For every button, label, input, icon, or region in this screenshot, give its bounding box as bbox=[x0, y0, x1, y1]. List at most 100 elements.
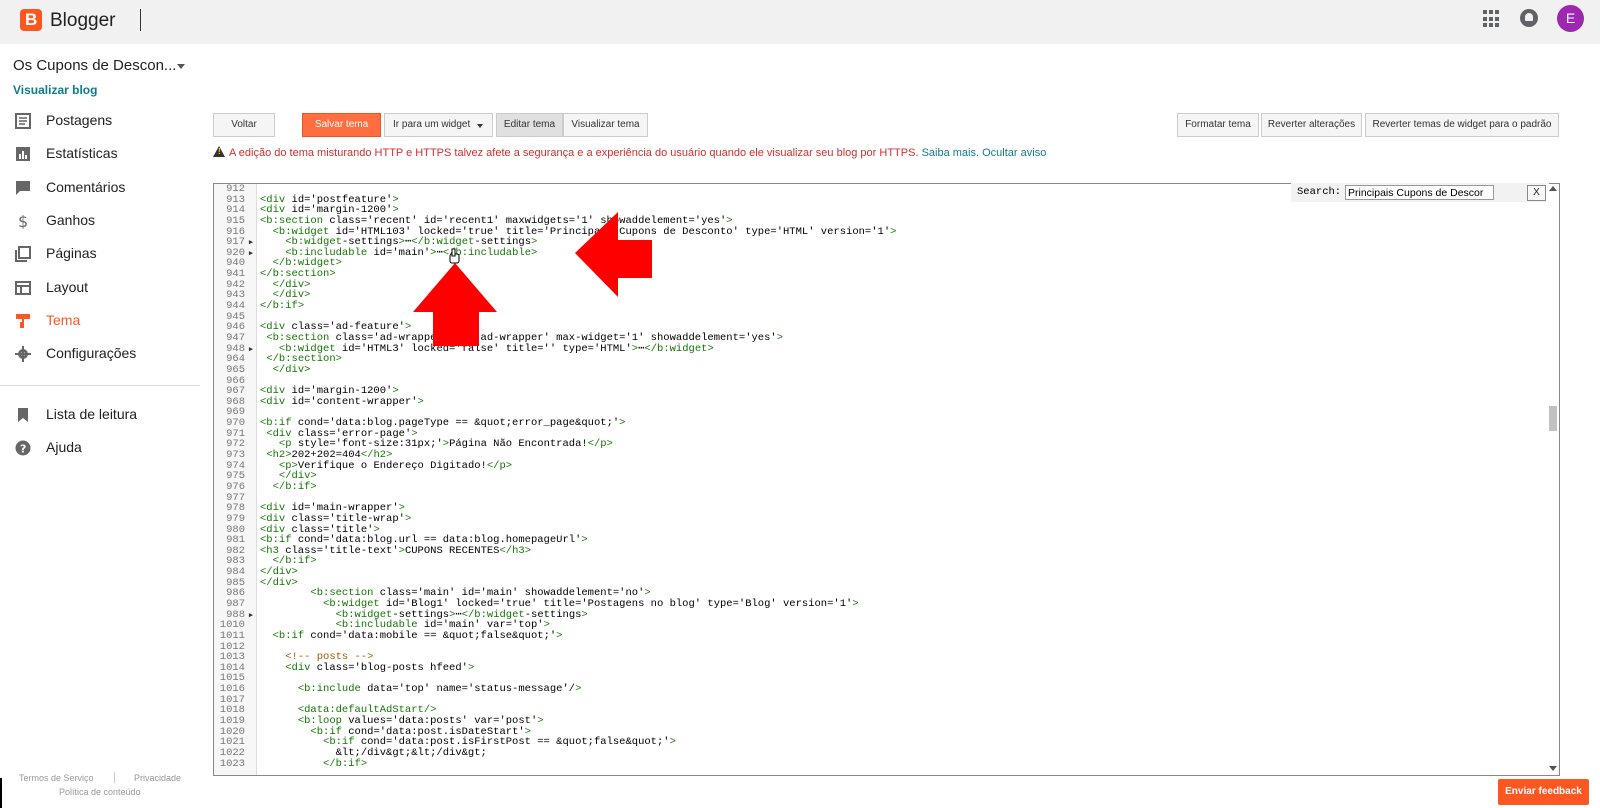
line-number: 1022 bbox=[219, 746, 245, 759]
sidebar-item-dollar[interactable]: $ Ganhos bbox=[0, 205, 200, 237]
sidebar-item-label: Lista de leitura bbox=[46, 406, 138, 422]
code-line[interactable]: 942 </div> bbox=[214, 279, 896, 291]
bookmark-icon bbox=[18, 408, 28, 422]
revert-widgets-button[interactable]: Reverter temas de widget para o padrão bbox=[1365, 113, 1559, 137]
code-line[interactable]: 944 </b:if> bbox=[214, 301, 896, 312]
warning-icon bbox=[213, 146, 225, 157]
code-line[interactable]: 1011 <b:if cond='data:mobile == &quot;fa… bbox=[214, 631, 896, 642]
edit-theme-button[interactable]: Editar tema bbox=[496, 113, 563, 137]
search-close-button[interactable]: X bbox=[1527, 185, 1546, 201]
help-icon: ? bbox=[15, 440, 31, 456]
terms-link[interactable]: Termos de Serviço bbox=[19, 773, 94, 783]
line-number: 965 bbox=[226, 363, 245, 376]
notifications-icon[interactable] bbox=[1520, 9, 1538, 27]
code-line[interactable]: 984 </div> bbox=[214, 567, 896, 578]
window-edge bbox=[0, 778, 2, 808]
logo-letter: B bbox=[25, 10, 38, 29]
line-number: 915 bbox=[226, 214, 245, 227]
blogger-logo-icon[interactable]: B bbox=[20, 9, 42, 31]
chevron-down-icon[interactable] bbox=[177, 64, 185, 69]
format-theme-button[interactable]: Formatar tema bbox=[1177, 113, 1259, 137]
revert-changes-button[interactable]: Reverter alterações bbox=[1261, 113, 1362, 137]
sidebar-item-paint-roller[interactable]: Tema bbox=[0, 305, 200, 337]
blog-selector[interactable]: Os Cupons de Descon... bbox=[13, 57, 176, 74]
code-line[interactable]: 968 <div id='content-wrapper'> bbox=[214, 395, 896, 408]
learn-more-link[interactable]: Saiba mais. bbox=[922, 147, 979, 159]
code-line[interactable]: 1023 </b:if> bbox=[214, 757, 896, 770]
sidebar-item-label: Layout bbox=[46, 278, 89, 295]
line-number: 979 bbox=[226, 512, 245, 525]
sidebar-item-gear[interactable]: Configurações bbox=[0, 338, 200, 370]
content-policy-link[interactable]: Política de conteúdo bbox=[59, 787, 141, 797]
mixed-content-warning: A edição do tema misturando HTTP e HTTPS… bbox=[213, 145, 1046, 159]
line-number: 976 bbox=[226, 480, 245, 493]
view-blog-link[interactable]: Visualizar blog bbox=[13, 83, 97, 97]
paint-roller-icon bbox=[16, 313, 30, 328]
editor-scrollbar[interactable] bbox=[1546, 184, 1559, 775]
line-number: 1011 bbox=[219, 629, 245, 642]
line-text: </div> bbox=[272, 363, 311, 376]
send-feedback-button[interactable]: Enviar feedback bbox=[1498, 779, 1589, 805]
apps-grid-icon[interactable] bbox=[1483, 10, 1501, 28]
goto-widget-label: Ir para um widget bbox=[393, 119, 471, 130]
line-text: <div class='blog-posts hfeed'> bbox=[285, 661, 475, 674]
code-line[interactable]: 941 </b:section> bbox=[214, 269, 896, 280]
sidebar-item-label: Configurações bbox=[46, 345, 137, 362]
sidebar-item-help[interactable]: ? Ajuda bbox=[0, 432, 200, 464]
top-bar: B Blogger E bbox=[0, 0, 1600, 44]
code-content[interactable]: 912 913 <div id='postfeature'> 914 <div id='… bbox=[214, 184, 897, 770]
sidebar-item-bookmark[interactable]: Lista de leitura bbox=[0, 399, 200, 431]
line-text: </b:if> bbox=[260, 300, 305, 313]
line-text: </b:if> bbox=[272, 480, 317, 493]
posts-icon bbox=[15, 113, 31, 129]
privacy-link[interactable]: Privacidade bbox=[134, 773, 181, 783]
sidebar-item-posts[interactable]: Postagens bbox=[0, 105, 200, 137]
dollar-icon: $ bbox=[18, 213, 28, 229]
code-line[interactable]: 1014 <div class='blog-posts hfeed'> bbox=[214, 663, 896, 674]
code-line[interactable]: 965 </div> bbox=[214, 365, 896, 376]
sidebar-item-label: Tema bbox=[46, 311, 81, 328]
sidebar-item-stats[interactable]: Estatísticas bbox=[0, 138, 200, 170]
footer-separator bbox=[114, 772, 115, 783]
sidebar-item-label: Ajuda bbox=[46, 439, 82, 456]
gear-icon bbox=[15, 346, 31, 363]
sidebar-item-label: Postagens bbox=[46, 112, 113, 128]
sidebar-item-pages[interactable]: Páginas bbox=[0, 238, 200, 270]
warning-text: A edição do tema misturando HTTP e HTTPS… bbox=[229, 147, 919, 159]
line-text: <b:if cond='data:mobile == &quot;false&q… bbox=[272, 629, 563, 642]
line-text: <b:include data='top' name='status-messa… bbox=[297, 683, 582, 696]
hide-warning-link[interactable]: Ocultar aviso bbox=[982, 147, 1046, 159]
code-line[interactable]: 976 </b:if> bbox=[214, 482, 896, 493]
search-input[interactable] bbox=[1345, 185, 1494, 200]
line-number: 1023 bbox=[219, 757, 245, 770]
code-line[interactable]: 983 </b:if> bbox=[214, 556, 896, 567]
stats-icon bbox=[16, 147, 30, 162]
sidebar-item-label: Estatísticas bbox=[46, 145, 118, 162]
code-line[interactable]: 1016 <b:include data='top' name='status-… bbox=[214, 684, 896, 695]
scroll-up-icon[interactable] bbox=[1549, 186, 1557, 191]
save-theme-button[interactable]: Salvar tema bbox=[302, 113, 381, 137]
code-line[interactable]: 943 </div> bbox=[214, 290, 896, 301]
app-name: Blogger bbox=[50, 10, 116, 31]
pages-icon bbox=[15, 246, 31, 263]
sidebar-item-label: Ganhos bbox=[46, 211, 96, 228]
sidebar-item-layout[interactable]: Layout bbox=[0, 272, 200, 304]
brand-divider bbox=[140, 9, 141, 31]
svg-text:?: ? bbox=[20, 443, 26, 456]
chevron-down-icon[interactable] bbox=[477, 124, 483, 128]
code-line[interactable]: 964 </b:section> bbox=[214, 354, 896, 365]
sidebar-item-label: Páginas bbox=[46, 245, 97, 262]
preview-theme-button[interactable]: Visualizar tema bbox=[563, 113, 648, 137]
scroll-down-icon[interactable] bbox=[1549, 766, 1557, 771]
search-label: Search: bbox=[1297, 186, 1342, 198]
line-text: </b:if> bbox=[323, 757, 368, 770]
layout-icon bbox=[15, 280, 31, 295]
comments-icon bbox=[16, 180, 30, 195]
svg-text:$: $ bbox=[18, 213, 28, 229]
line-text: <div id='content-wrapper'> bbox=[260, 395, 424, 408]
code-editor[interactable]: 912 913 <div id='postfeature'> 914 <div id='… bbox=[213, 183, 1560, 776]
back-button[interactable]: Voltar bbox=[213, 113, 275, 137]
scroll-thumb[interactable] bbox=[1549, 406, 1557, 431]
sidebar-item-comments[interactable]: Comentários bbox=[0, 172, 200, 204]
avatar[interactable]: E bbox=[1557, 5, 1584, 32]
